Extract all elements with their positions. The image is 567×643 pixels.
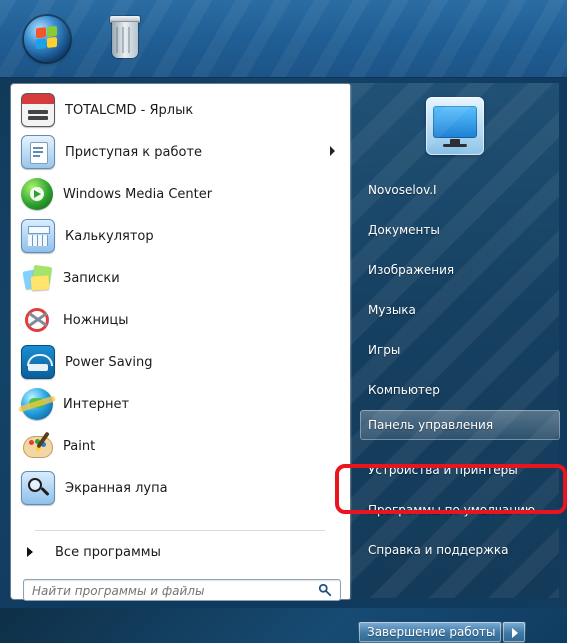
places-item-label: Справка и поддержка (368, 543, 509, 557)
submenu-arrow-icon (330, 146, 335, 156)
user-tile-icon (426, 97, 484, 155)
program-label: Ножницы (63, 312, 129, 328)
program-label: Интернет (63, 396, 130, 412)
places-item-control-panel[interactable]: Панель управления (360, 410, 560, 440)
start-search-box[interactable] (23, 579, 341, 601)
places-item-label: Novoselov.I (368, 183, 437, 197)
program-label: Экранная лупа (65, 480, 168, 496)
places-item-pictures[interactable]: Изображения (368, 255, 556, 285)
program-item-scissors[interactable]: Ножницы (15, 300, 347, 340)
places-item-label: Панель управления (368, 418, 494, 432)
places-item-label: Программы по умолчанию (368, 503, 536, 517)
scissors-icon (21, 304, 53, 336)
programs-divider (35, 530, 325, 531)
program-item-media-center[interactable]: Windows Media Center (15, 174, 347, 214)
start-menu: TOTALCMD - Ярлык Приступая к работе Wind… (0, 77, 567, 643)
places-item-default-programs[interactable]: Программы по умолчанию (368, 495, 556, 525)
program-label: TOTALCMD - Ярлык (65, 102, 194, 118)
places-item-help-support[interactable]: Справка и поддержка (368, 535, 556, 565)
internet-globe-icon (18, 388, 56, 420)
places-item-label: Музыка (368, 303, 416, 317)
places-item-user[interactable]: Novoselov.I (368, 175, 556, 205)
total-commander-icon (21, 93, 55, 127)
windows-logo-icon (36, 25, 58, 50)
energy-star-icon (21, 345, 55, 379)
program-label: Записки (63, 270, 120, 286)
search-icon[interactable] (318, 583, 332, 597)
program-label: Paint (63, 438, 96, 454)
places-item-label: Компьютер (368, 383, 440, 397)
places-item-computer[interactable]: Компьютер (368, 375, 556, 405)
places-item-documents[interactable]: Документы (368, 215, 556, 245)
program-item-paint[interactable]: Paint (15, 426, 347, 466)
shutdown-button[interactable]: Завершение работы (358, 621, 502, 643)
program-item-calculator[interactable]: Калькулятор (15, 216, 347, 256)
shutdown-options-arrow-icon[interactable] (502, 621, 526, 643)
magnifier-icon (21, 471, 55, 505)
sticky-notes-icon (21, 262, 53, 294)
program-label: Power Saving (65, 354, 153, 370)
getting-started-icon (21, 135, 55, 169)
calculator-icon (21, 219, 55, 253)
places-item-games[interactable]: Игры (368, 335, 556, 365)
program-item-power-saving[interactable]: Power Saving (15, 342, 347, 382)
program-label: Приступая к работе (65, 144, 203, 160)
search-input[interactable] (30, 582, 304, 600)
programs-pane: TOTALCMD - Ярлык Приступая к работе Wind… (10, 83, 352, 601)
program-item-getting-started[interactable]: Приступая к работе (15, 132, 347, 172)
shutdown-label: Завершение работы (367, 625, 496, 639)
all-programs-button[interactable]: Все программы (21, 540, 341, 564)
all-programs-label: Все программы (55, 544, 161, 560)
media-center-icon (21, 178, 53, 210)
recycle-bin-icon[interactable] (108, 12, 142, 64)
taskbar (0, 0, 567, 78)
places-item-music[interactable]: Музыка (368, 295, 556, 325)
program-item-magnifier[interactable]: Экранная лупа (15, 468, 347, 508)
program-item-totalcmd[interactable]: TOTALCMD - Ярлык (15, 90, 347, 130)
places-item-label: Изображения (368, 263, 455, 277)
paint-palette-icon (21, 430, 53, 462)
places-item-label: Устройства и принтеры (368, 463, 518, 477)
places-pane: Novoselov.I Документы Изображения Музыка… (350, 83, 560, 598)
program-item-internet[interactable]: Интернет (15, 384, 347, 424)
places-item-label: Игры (368, 343, 401, 357)
places-item-devices-printers[interactable]: Устройства и принтеры (368, 455, 556, 485)
right-arrow-icon (27, 547, 33, 557)
start-orb-button[interactable] (24, 16, 70, 62)
program-item-sticky-notes[interactable]: Записки (15, 258, 347, 298)
program-label: Windows Media Center (63, 186, 213, 202)
places-item-label: Документы (368, 223, 440, 237)
program-label: Калькулятор (65, 228, 154, 244)
